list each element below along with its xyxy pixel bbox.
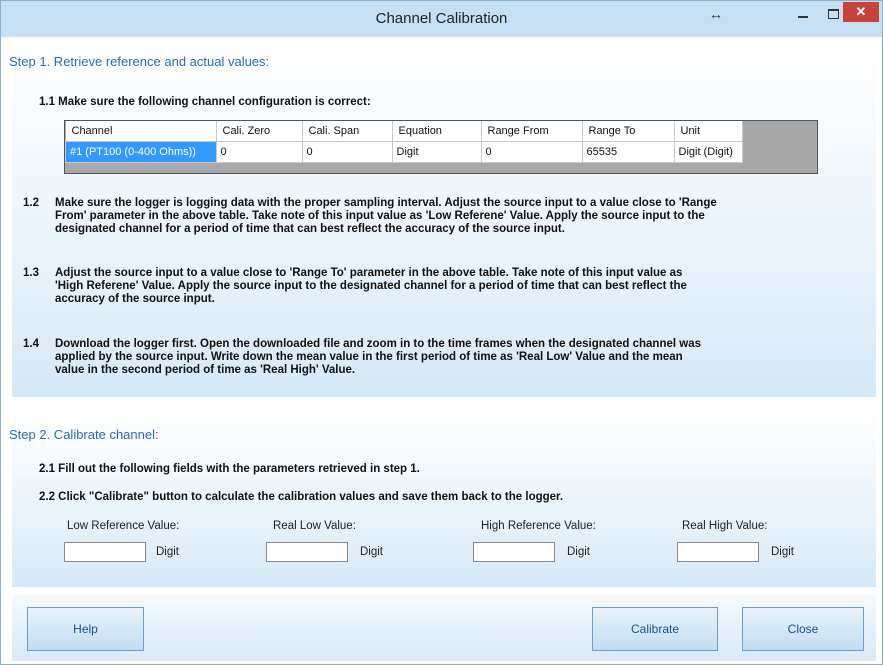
real-low-label: Real Low Value: [273, 520, 356, 532]
column-header-equation[interactable]: Equation [392, 121, 482, 142]
window-title: Channel Calibration [375, 10, 508, 27]
real-high-unit: Digit [771, 546, 795, 558]
resize-arrows-icon[interactable]: ↔ [701, 1, 731, 27]
step1-2-number: 1.2 [23, 197, 39, 209]
column-header-channel[interactable]: Channel [65, 121, 217, 142]
calibrate-button[interactable]: Calibrate [592, 607, 718, 651]
table-row[interactable]: #1 (PT100 (0-400 Ohms)) 0 0 Digit 0 6553… [65, 141, 743, 163]
cell-cali-span[interactable]: 0 [301, 141, 393, 163]
close-window-button[interactable]: ✕ [843, 2, 879, 22]
cell-range-from[interactable]: 0 [480, 141, 583, 163]
step1-3-line: 'High Referene' Value. Apply the source … [55, 280, 687, 292]
column-header-range-to[interactable]: Range To [582, 121, 675, 142]
close-button[interactable]: Close [742, 607, 864, 651]
column-header-range-from[interactable]: Range From [481, 121, 583, 142]
channel-config-table: Channel Cali. Zero Cali. Span Equation R… [64, 120, 818, 174]
step1-2-line: Make sure the logger is logging data wit… [55, 197, 717, 209]
high-reference-unit: Digit [567, 546, 591, 558]
cell-range-to[interactable]: 65535 [581, 141, 675, 163]
maximize-icon [827, 9, 839, 19]
step1-1-instruction: 1.1 Make sure the following channel conf… [39, 96, 371, 108]
column-header-cali-zero[interactable]: Cali. Zero [216, 121, 303, 142]
real-high-input[interactable] [677, 542, 759, 562]
title-bar[interactable]: Channel Calibration ↔ ✕ [1, 1, 882, 37]
cell-unit[interactable]: Digit (Digit) [673, 141, 743, 163]
step1-3-line: accuracy of the source input. [55, 293, 215, 305]
column-header-unit[interactable]: Unit [674, 121, 743, 142]
step1-3-line: Adjust the source input to a value close… [55, 267, 683, 279]
low-reference-input[interactable] [64, 542, 146, 562]
cell-channel[interactable]: #1 (PT100 (0-400 Ohms)) [65, 141, 217, 163]
channel-calibration-window: Channel Calibration ↔ ✕ Step 1. Retrieve… [0, 0, 883, 665]
step1-4-line: value in the second period of time as 'R… [55, 364, 356, 376]
step1-title: Step 1. Retrieve reference and actual va… [9, 54, 270, 69]
step1-4-line: applied by the source input. Write down … [55, 351, 683, 363]
high-reference-input[interactable] [473, 542, 555, 562]
step1-3-number: 1.3 [23, 267, 39, 279]
low-reference-unit: Digit [156, 546, 180, 558]
step1-4-line: Download the logger first. Open the down… [55, 338, 701, 350]
step2-title: Step 2. Calibrate channel: [9, 427, 159, 442]
high-reference-label: High Reference Value: [481, 520, 596, 532]
table-header-row: Channel Cali. Zero Cali. Span Equation R… [65, 121, 743, 142]
step1-2-text: Make sure the logger is logging data wit… [55, 197, 717, 236]
low-reference-label: Low Reference Value: [67, 520, 180, 532]
cell-equation[interactable]: Digit [391, 141, 482, 163]
step1-3-text: Adjust the source input to a value close… [55, 267, 687, 306]
step2-2-instruction: 2.2 Click "Calibrate" button to calculat… [39, 491, 564, 503]
minimize-icon [798, 16, 808, 18]
real-high-label: Real High Value: [682, 520, 768, 532]
step1-2-line: From' parameter in the above table. Take… [55, 210, 705, 222]
step1-2-line: designated channel for a period of time … [55, 223, 565, 235]
step2-1-instruction: 2.1 Fill out the following fields with t… [39, 463, 420, 475]
minimize-button[interactable] [788, 1, 818, 27]
step1-4-text: Download the logger first. Open the down… [55, 338, 701, 377]
step1-4-number: 1.4 [23, 338, 39, 350]
real-low-unit: Digit [360, 546, 384, 558]
column-header-cali-span[interactable]: Cali. Span [302, 121, 393, 142]
help-button[interactable]: Help [27, 607, 144, 651]
cell-cali-zero[interactable]: 0 [215, 141, 303, 163]
real-low-input[interactable] [266, 542, 348, 562]
